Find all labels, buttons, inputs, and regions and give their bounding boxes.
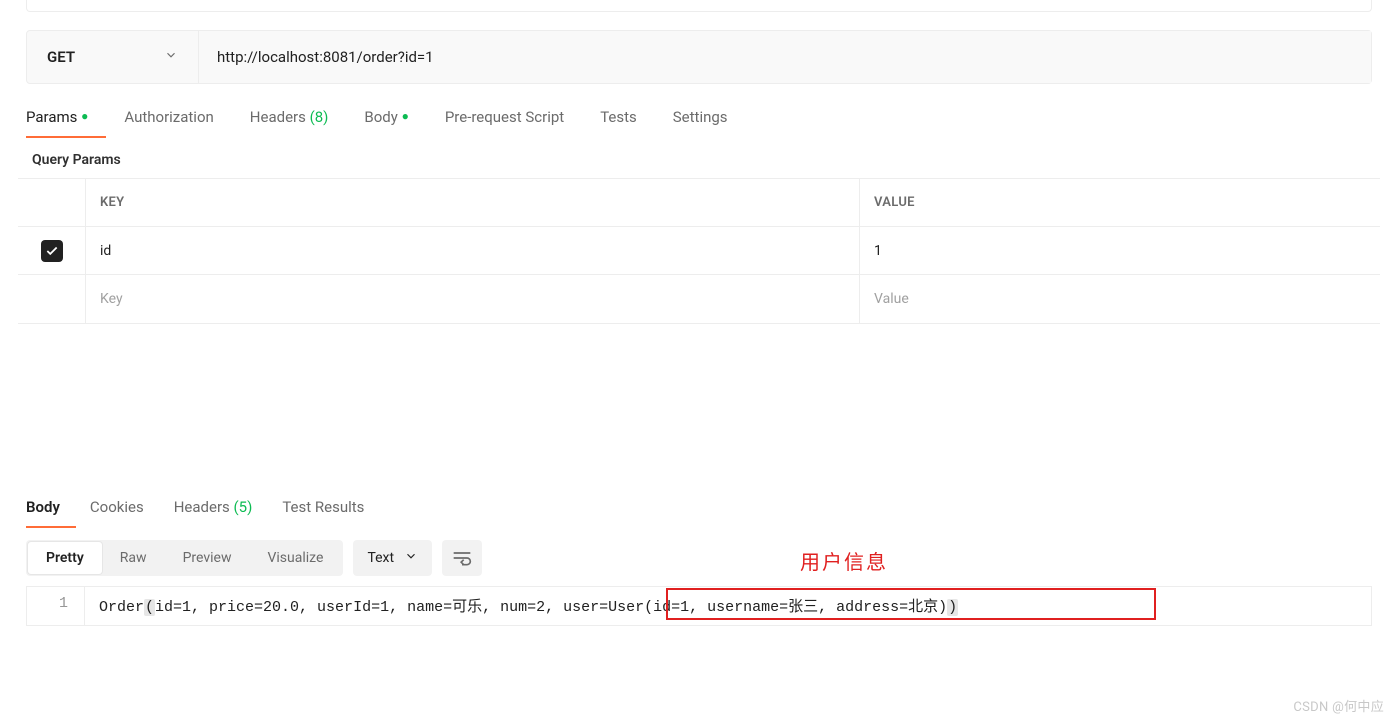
request-url-input[interactable]: http://localhost:8081/order?id=1 (199, 31, 1371, 83)
query-params-title: Query Params (32, 152, 1372, 168)
query-params-table: KEY VALUE id 1 Key Value (18, 178, 1380, 324)
chevron-down-icon (404, 549, 418, 567)
line-number: 1 (27, 587, 85, 625)
row-key-cell[interactable]: id (86, 227, 860, 274)
view-mode-group: Pretty Raw Preview Visualize (26, 540, 343, 576)
dot-icon: ● (81, 109, 88, 123)
table-row-new: Key Value (18, 275, 1380, 323)
request-bar: GET http://localhost:8081/order?id=1 (26, 30, 1372, 84)
chevron-down-icon (164, 48, 178, 66)
response-tab-cookies[interactable]: Cookies (90, 490, 160, 528)
request-url-value: http://localhost:8081/order?id=1 (217, 48, 434, 66)
spacer (0, 324, 1398, 484)
row-value-placeholder[interactable]: Value (860, 275, 1380, 323)
table-header-row: KEY VALUE (18, 179, 1380, 227)
wrap-lines-icon[interactable] (442, 540, 482, 576)
response-tabs: Body Cookies Headers (5) Test Results (26, 490, 1372, 528)
row-value-cell[interactable]: 1 (860, 227, 1380, 274)
bracket-open: ( (144, 599, 155, 616)
row-check-cell[interactable] (18, 227, 86, 274)
checkbox-checked-icon (41, 240, 63, 262)
response-tab-body[interactable]: Body (26, 490, 76, 528)
request-tabs: Params ● Authorization Headers (8) Body … (26, 100, 1372, 138)
tab-body[interactable]: Body ● (364, 100, 426, 138)
response-tab-test-results[interactable]: Test Results (282, 490, 380, 528)
watermark: CSDN @何中应 (1293, 696, 1384, 715)
viewmode-raw[interactable]: Raw (102, 542, 165, 574)
table-row: id 1 (18, 227, 1380, 275)
http-method-value: GET (47, 48, 75, 66)
dot-icon: ● (402, 109, 409, 123)
viewmode-pretty[interactable]: Pretty (28, 542, 102, 574)
tab-authorization[interactable]: Authorization (124, 100, 231, 138)
tab-tests[interactable]: Tests (600, 100, 655, 138)
key-header: KEY (86, 179, 860, 226)
view-controls: Pretty Raw Preview Visualize Text (26, 540, 1372, 576)
tab-content-top-border (26, 0, 1372, 12)
annotation-box (666, 588, 1156, 620)
tab-params[interactable]: Params ● (26, 100, 106, 138)
value-header: VALUE (860, 179, 1380, 226)
format-select[interactable]: Text (353, 540, 432, 576)
tab-headers[interactable]: Headers (8) (250, 100, 347, 138)
check-header (18, 179, 86, 226)
viewmode-visualize[interactable]: Visualize (249, 542, 341, 574)
http-method-select[interactable]: GET (27, 31, 199, 83)
row-key-placeholder[interactable]: Key (86, 275, 860, 323)
response-tab-headers[interactable]: Headers (5) (174, 490, 269, 528)
tab-prerequest[interactable]: Pre-request Script (445, 100, 582, 138)
row-check-cell-empty (18, 275, 86, 323)
viewmode-preview[interactable]: Preview (165, 542, 250, 574)
tab-settings[interactable]: Settings (673, 100, 746, 138)
annotation-label: 用户信息 (800, 546, 888, 575)
